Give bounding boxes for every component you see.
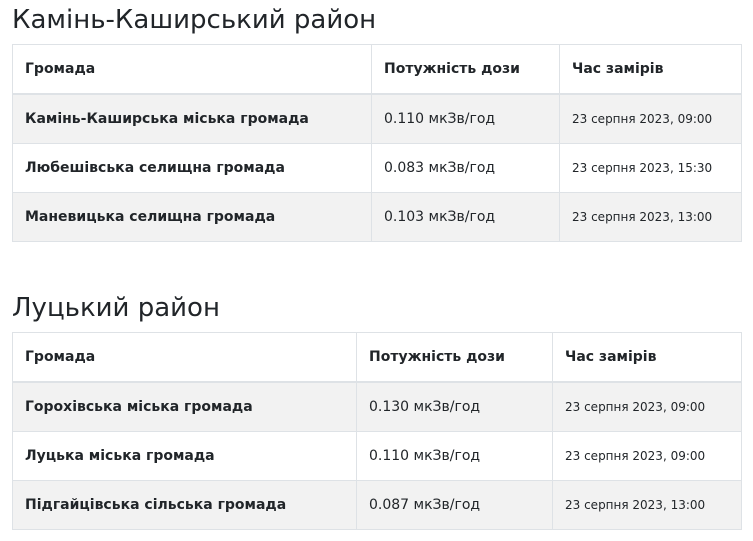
table-row: Горохівська міська громада 0.130 мкЗв/го… bbox=[12, 381, 742, 432]
table-row: Маневицька селищна громада 0.103 мкЗв/го… bbox=[12, 192, 742, 242]
table-row: Луцька міська громада 0.110 мкЗв/год 23 … bbox=[12, 431, 742, 481]
measurement-time: 23 серпня 2023, 09:00 bbox=[552, 381, 742, 432]
column-header-time: Час замірів bbox=[559, 44, 742, 95]
dose-value: 0.110 мкЗв/год bbox=[371, 93, 560, 144]
column-header-community: Громада bbox=[12, 332, 357, 383]
district-title: Луцький район bbox=[12, 293, 220, 323]
measurement-time: 23 серпня 2023, 15:30 bbox=[559, 143, 742, 193]
dose-value: 0.110 мкЗв/год bbox=[356, 431, 553, 481]
community-name: Горохівська міська громада bbox=[12, 381, 357, 432]
measurement-time: 23 серпня 2023, 09:00 bbox=[559, 93, 742, 144]
table-row: Камінь-Каширська міська громада 0.110 мк… bbox=[12, 93, 742, 144]
column-header-dose: Потужність дози bbox=[356, 332, 553, 383]
community-name: Маневицька селищна громада bbox=[12, 192, 372, 242]
community-name: Луцька міська громада bbox=[12, 431, 357, 481]
dose-value: 0.103 мкЗв/год bbox=[371, 192, 560, 242]
community-name: Любешівська селищна громада bbox=[12, 143, 372, 193]
district-section-kamin-kashyrskyi: Камінь-Каширський район Громада Потужніс… bbox=[12, 0, 742, 242]
table-row: Підгайцівська сільська громада 0.087 мкЗ… bbox=[12, 480, 742, 530]
district-title: Камінь-Каширський район bbox=[12, 5, 377, 35]
column-header-time: Час замірів bbox=[552, 332, 742, 383]
dose-value: 0.087 мкЗв/год bbox=[356, 480, 553, 530]
table-header-row: Громада Потужність дози Час замірів bbox=[12, 44, 742, 95]
district-section-lutskyi: Луцький район Громада Потужність дози Ча… bbox=[12, 288, 742, 530]
dose-value: 0.130 мкЗв/год bbox=[356, 381, 553, 432]
radiation-table: Громада Потужність дози Час замірів Горо… bbox=[12, 332, 742, 530]
radiation-table: Громада Потужність дози Час замірів Камі… bbox=[12, 44, 742, 242]
community-name: Камінь-Каширська міська громада bbox=[12, 93, 372, 144]
measurement-time: 23 серпня 2023, 09:00 bbox=[552, 431, 742, 481]
community-name: Підгайцівська сільська громада bbox=[12, 480, 357, 530]
table-row: Любешівська селищна громада 0.083 мкЗв/г… bbox=[12, 143, 742, 193]
column-header-community: Громада bbox=[12, 44, 372, 95]
measurement-time: 23 серпня 2023, 13:00 bbox=[559, 192, 742, 242]
measurement-time: 23 серпня 2023, 13:00 bbox=[552, 480, 742, 530]
column-header-dose: Потужність дози bbox=[371, 44, 560, 95]
dose-value: 0.083 мкЗв/год bbox=[371, 143, 560, 193]
table-header-row: Громада Потужність дози Час замірів bbox=[12, 332, 742, 383]
